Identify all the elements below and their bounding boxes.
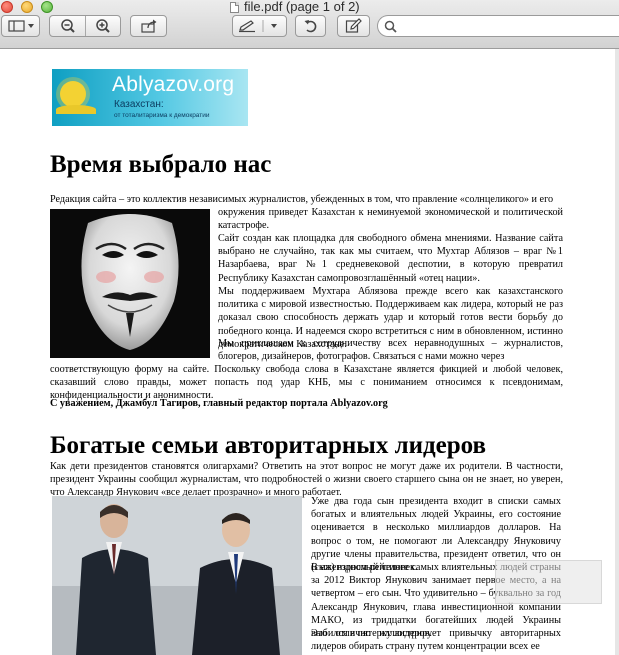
article1-paragraph-4-start: Мы приглашаем к сотрудничеству всех нера… — [218, 338, 563, 363]
rotate-icon — [304, 20, 316, 33]
article2-paragraph-3: Это отлично иллюстрирует привычку автори… — [311, 628, 561, 653]
pdf-viewport[interactable]: Ablyazov.org Казахстан: от тоталитаризма… — [0, 49, 619, 655]
article1-paragraph-1: окружения приведет Казахстан к неминуемо… — [218, 207, 563, 232]
banner-brand: Ablyazov.org — [112, 73, 235, 96]
sun-emblem-icon — [60, 81, 86, 107]
banner-region: Казахстан: — [114, 99, 164, 110]
search-field[interactable] — [377, 15, 619, 37]
zoom-out-icon — [60, 19, 75, 33]
zoom-segmented-control — [49, 15, 121, 37]
chevron-down-icon — [270, 24, 277, 28]
share-button[interactable] — [130, 15, 167, 37]
pen-icon — [238, 20, 277, 33]
article1-intro-line: Редакция сайта – это коллектив независим… — [50, 194, 554, 205]
article1-signature: С уважением, Джамбул Тагиров, главный ре… — [50, 398, 388, 409]
article2-heading: Богатые семьи авторитарных лидеров — [50, 432, 487, 459]
search-input[interactable] — [401, 18, 605, 34]
text-selection-overlay — [495, 560, 602, 604]
sidebar-icon — [7, 20, 34, 32]
window-titlebar: file.pdf (page 1 of 2) — [0, 0, 619, 49]
window-title: file.pdf (page 1 of 2) — [230, 0, 360, 14]
article2-intro: Как дети президентов становятся олигарха… — [50, 461, 563, 499]
banner-tagline: от тоталитаризма к демократии — [114, 112, 210, 119]
zoom-out-button[interactable] — [50, 16, 85, 36]
markup-pencil-icon — [345, 18, 362, 33]
window-title-text: file.pdf (page 1 of 2) — [244, 0, 360, 14]
zoom-in-button[interactable] — [85, 16, 120, 36]
zoom-in-icon — [95, 19, 110, 33]
zoom-window-button[interactable] — [41, 1, 53, 13]
guy-fawkes-mask-photo — [50, 209, 210, 358]
yanukovych-father-son-photo — [52, 496, 302, 655]
sidebar-view-button[interactable] — [1, 15, 40, 37]
minimize-window-button[interactable] — [21, 1, 33, 13]
article1-paragraph-2: Сайт создан как площадка для свободного … — [218, 233, 563, 284]
search-icon — [384, 20, 397, 33]
rotate-button[interactable] — [295, 15, 326, 37]
close-window-button[interactable] — [1, 1, 13, 13]
article1-heading: Время выбрало нас — [50, 151, 272, 178]
share-icon — [140, 19, 156, 33]
annotate-pen-button[interactable] — [232, 15, 287, 37]
pdf-document-icon — [230, 1, 239, 13]
site-banner-logo: Ablyazov.org Казахстан: от тоталитаризма… — [52, 69, 248, 126]
vertical-scrollbar[interactable] — [615, 49, 619, 655]
eagle-emblem-icon — [56, 105, 96, 114]
edit-toolbar-button[interactable] — [337, 15, 370, 37]
pdf-page: Ablyazov.org Казахстан: от тоталитаризма… — [0, 49, 615, 655]
